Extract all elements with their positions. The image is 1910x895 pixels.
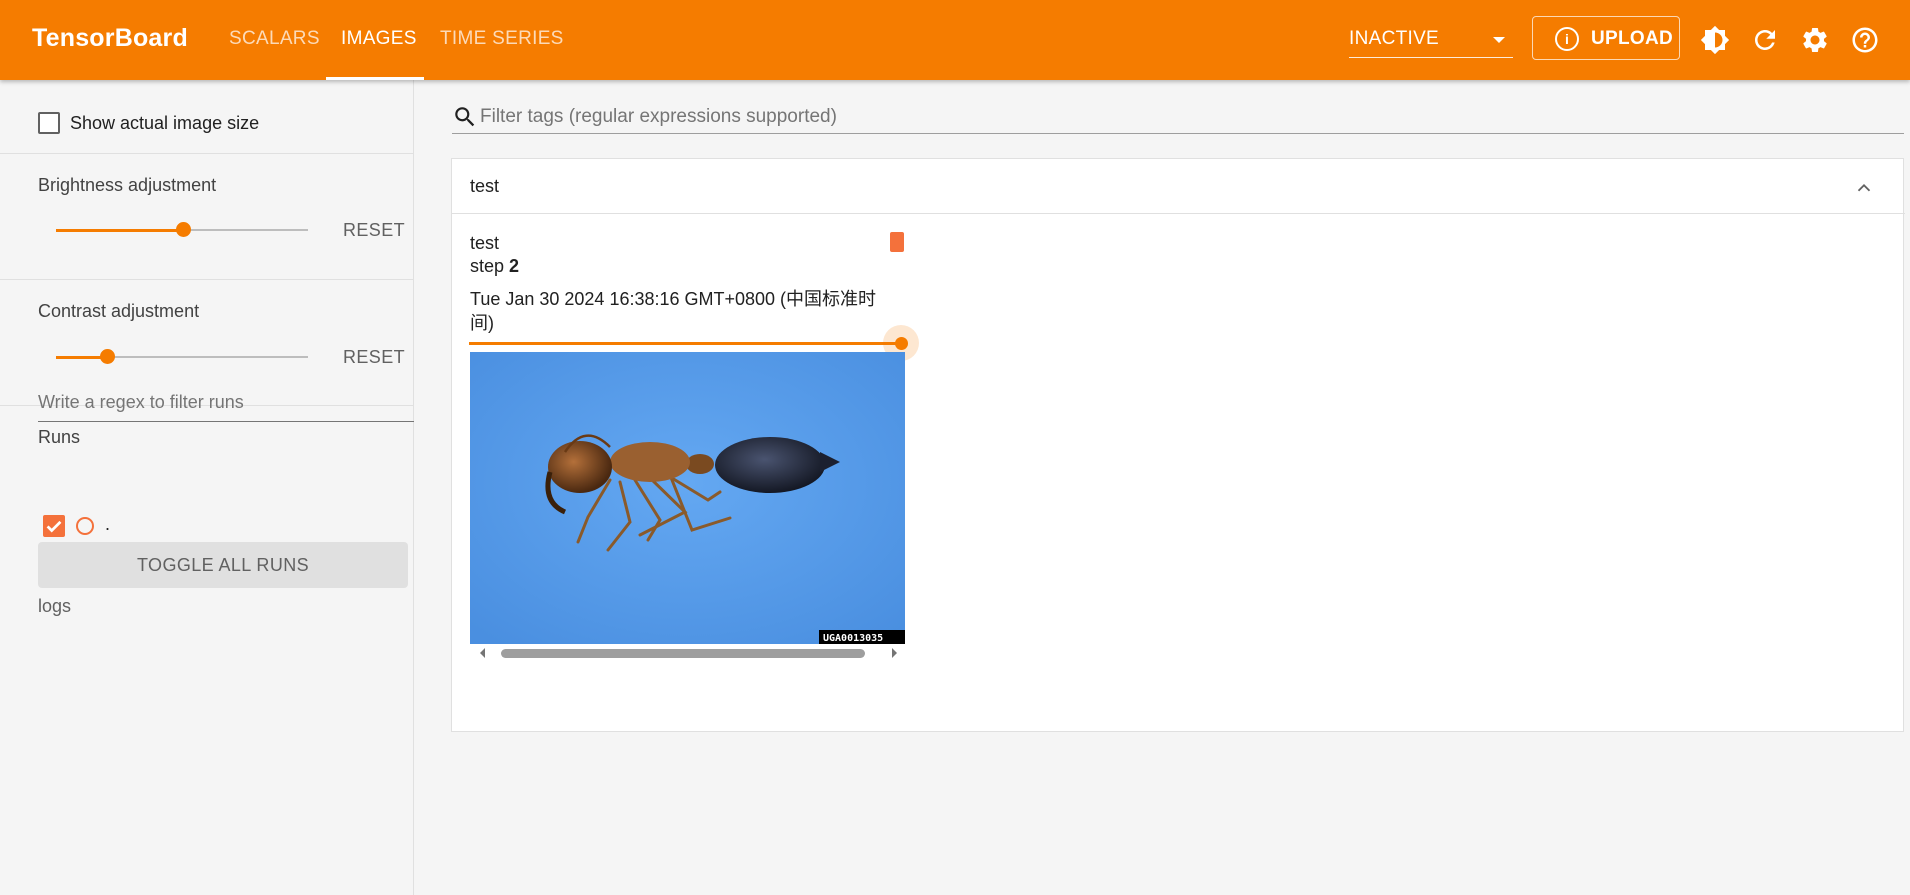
run-color-chip <box>890 232 904 252</box>
run-color-swatch[interactable] <box>76 517 94 535</box>
run-status-value: INACTIVE <box>1349 28 1440 49</box>
pane-tag: test <box>470 233 500 253</box>
contrast-label: Contrast adjustment <box>38 301 200 321</box>
top-app-bar: TensorBoard SCALARS IMAGES TIME SERIES I… <box>0 0 1910 80</box>
runs-heading: Runs <box>38 427 81 447</box>
search-icon <box>455 107 475 127</box>
show-actual-size-label: Show actual image size <box>70 113 260 133</box>
pane-timestamp-line1: Tue Jan 30 2024 16:38:16 GMT+0800 (中国标准时 <box>470 289 877 309</box>
scrollbar-thumb[interactable] <box>501 649 865 658</box>
app-title: TensorBoard <box>32 24 188 52</box>
help-icon[interactable] <box>1850 25 1880 55</box>
run-filter-input[interactable] <box>38 384 414 421</box>
upload-button[interactable]: i UPLOAD <box>1532 16 1680 60</box>
step-prefix: step <box>470 256 505 276</box>
run-filter-field[interactable] <box>38 384 414 422</box>
scroll-right-icon[interactable] <box>889 648 899 658</box>
settings-icon[interactable] <box>1800 25 1830 55</box>
toggle-all-runs-button[interactable]: TOGGLE ALL RUNS <box>38 542 408 588</box>
pane-step-line: step 2 <box>470 256 519 277</box>
scroll-left-icon[interactable] <box>478 648 488 658</box>
chevron-down-icon <box>1493 37 1505 43</box>
tab-images[interactable]: IMAGES <box>341 28 417 50</box>
tab-time-series[interactable]: TIME SERIES <box>440 28 564 50</box>
theme-icon[interactable] <box>1700 25 1730 55</box>
contrast-slider-thumb[interactable] <box>100 349 115 364</box>
card-header[interactable]: test <box>452 159 1905 214</box>
image-scrollbar[interactable] <box>470 644 905 662</box>
check-icon <box>46 520 62 533</box>
step-value: 2 <box>509 256 520 276</box>
active-tab-indicator <box>326 77 424 80</box>
chevron-up-icon[interactable] <box>1853 177 1875 199</box>
ant-image: UGA0013035 <box>470 352 905 644</box>
step-slider-thumb[interactable] <box>895 337 908 350</box>
upload-label: UPLOAD <box>1591 28 1674 49</box>
run-name: . <box>105 514 111 534</box>
step-slider-track[interactable] <box>469 342 903 345</box>
brightness-slider-thumb[interactable] <box>176 222 191 237</box>
pane-timestamp-line2: 间) <box>470 313 494 333</box>
tag-filter-input[interactable] <box>480 102 1880 132</box>
refresh-icon[interactable] <box>1750 25 1780 55</box>
log-dir-label: logs <box>38 596 72 616</box>
tag-filter-field[interactable] <box>452 100 1904 134</box>
sidebar: Show actual image size Brightness adjust… <box>0 80 414 895</box>
divider <box>0 153 413 154</box>
run-status-select[interactable]: INACTIVE <box>1349 26 1513 58</box>
tab-scalars[interactable]: SCALARS <box>229 28 320 50</box>
run-checkbox[interactable] <box>43 515 65 537</box>
brightness-reset-button[interactable]: RESET <box>343 220 405 241</box>
card-title: test <box>470 176 500 196</box>
image-watermark: UGA0013035 <box>823 633 883 644</box>
contrast-reset-button[interactable]: RESET <box>343 347 405 368</box>
show-actual-size-checkbox[interactable] <box>38 112 60 134</box>
info-icon: i <box>1555 27 1579 51</box>
divider <box>0 279 413 280</box>
sample-image: UGA0013035 <box>470 352 905 644</box>
brightness-label: Brightness adjustment <box>38 175 217 195</box>
brightness-slider-fill <box>56 229 182 232</box>
